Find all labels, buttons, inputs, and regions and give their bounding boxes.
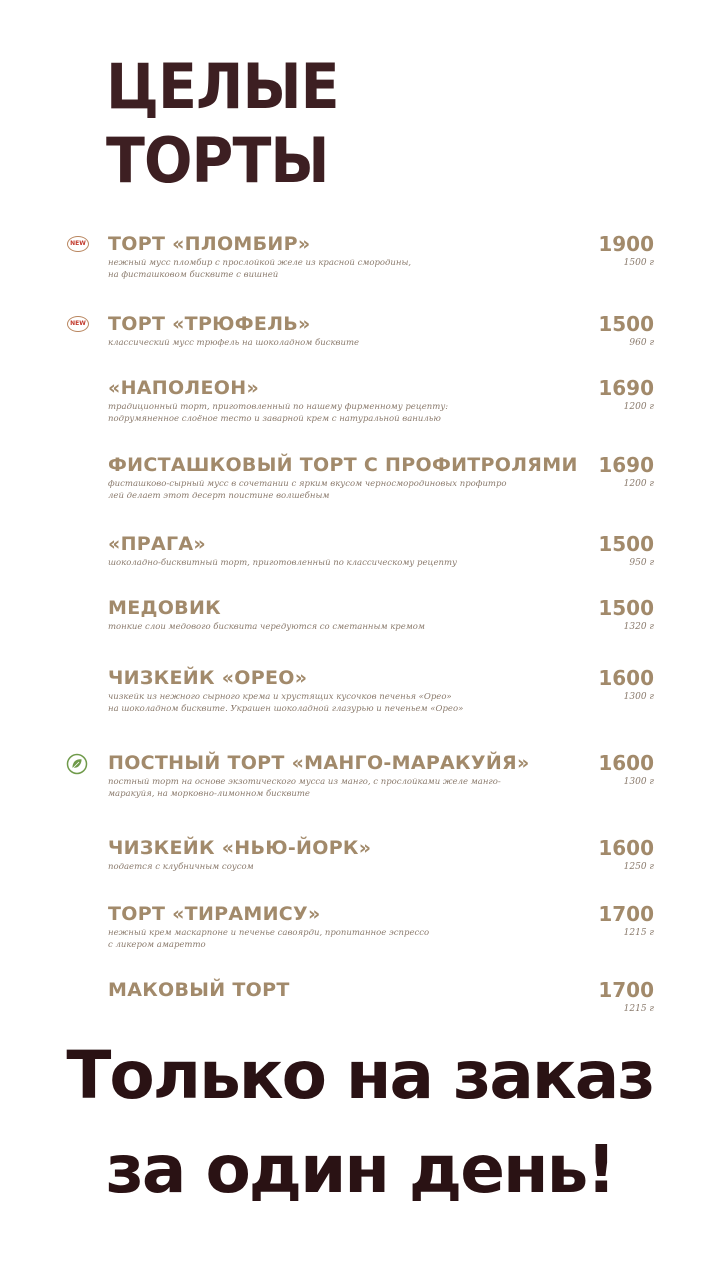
item-price: 1700 (598, 902, 654, 926)
new-icon: NEW (67, 316, 89, 332)
item-description: нежный крем маскарпоне и печенье савоярд… (108, 927, 578, 951)
item-weight: 1200 г (623, 479, 654, 489)
item-price: 1690 (598, 453, 654, 477)
item-price: 1500 (598, 532, 654, 556)
item-name: МЕДОВИК (108, 597, 221, 619)
item-description-line: традиционный торт, приготовленный по наш… (108, 402, 449, 412)
item-price: 1500 (598, 312, 654, 336)
item-name: ЧИЗКЕЙК «НЬЮ-ЙОРК» (108, 837, 372, 859)
new-icon: NEW (67, 236, 89, 252)
item-description-line: классический мусс трюфель на шоколадном … (108, 338, 360, 348)
item-weight: 1500 г (623, 258, 654, 268)
item-description: фисташково-сырный мусс в сочетании с ярк… (108, 478, 578, 502)
item-description: чизкейк из нежного сырного крема и хруст… (108, 691, 578, 715)
item-price: 1500 (598, 596, 654, 620)
item-name: ТОРТ «ТРЮФЕЛЬ» (108, 313, 311, 335)
item-description-line: подрумяненное слоёное тесто и заварной к… (108, 414, 441, 424)
item-price: 1600 (598, 836, 654, 860)
item-name: ФИСТАШКОВЫЙ ТОРТ С ПРОФИТРОЛЯМИ (108, 454, 578, 476)
item-description: подается с клубничным соусом (108, 861, 578, 873)
item-description-line: чизкейк из нежного сырного крема и хруст… (108, 692, 452, 702)
page-title: ЦЕЛЫЕ ТОРТЫ (106, 50, 340, 198)
item-description-line: фисташково-сырный мусс в сочетании с ярк… (108, 479, 507, 489)
item-description-line: постный торт на основе экзотического мус… (108, 777, 501, 787)
item-price: 1900 (598, 232, 654, 256)
item-name: «НАПОЛЕОН» (108, 377, 260, 399)
item-weight: 1215 г (623, 1004, 654, 1014)
item-description: нежный мусс пломбир с прослойкой желе из… (108, 257, 578, 281)
new-badge-label: NEW (70, 240, 86, 247)
item-description: постный торт на основе экзотического мус… (108, 776, 578, 800)
item-name: ЧИЗКЕЙК «ОРЕО» (108, 667, 308, 689)
title-line-2: ТОРТЫ (106, 124, 330, 197)
item-weight: 1300 г (623, 692, 654, 702)
item-description-line: на шоколадном бисквите. Украшен шоколадн… (108, 704, 464, 714)
item-description: классический мусс трюфель на шоколадном … (108, 337, 578, 349)
item-name: ТОРТ «ТИРАМИСУ» (108, 903, 321, 925)
item-description-line: нежный крем маскарпоне и печенье савоярд… (108, 928, 430, 938)
item-weight: 1250 г (623, 862, 654, 872)
item-description-line: на фисташковом бисквите с вишней (108, 270, 279, 280)
item-description-line: нежный мусс пломбир с прослойкой желе из… (108, 258, 412, 268)
item-description-line: с ликером амаретто (108, 940, 206, 950)
footer-line-1: Только на заказ (66, 1037, 655, 1114)
leaf-icon (66, 753, 88, 775)
item-description: тонкие слои медового бисквита чередуются… (108, 621, 578, 633)
item-description: традиционный торт, приготовленный по наш… (108, 401, 578, 425)
menu-page: ЦЕЛЫЕ ТОРТЫ NEW ТОРТ «ПЛОМБИР» 1900 1500 г н… (0, 0, 720, 1280)
item-name: МАКОВЫЙ ТОРТ (108, 979, 290, 1001)
item-weight: 950 г (629, 558, 654, 568)
item-description: шоколадно-бисквитный торт, приготовленны… (108, 557, 578, 569)
item-weight: 1200 г (623, 402, 654, 412)
item-weight: 1215 г (623, 928, 654, 938)
item-description-line: маракуйя, на морковно-лимонном бисквите (108, 789, 310, 799)
item-description-line: шоколадно-бисквитный торт, приготовленны… (108, 558, 457, 568)
item-description-line: лей делает этот десерт поистине волшебны… (108, 491, 330, 501)
item-name: ТОРТ «ПЛОМБИР» (108, 233, 311, 255)
item-price: 1600 (598, 751, 654, 775)
new-badge-label: NEW (70, 320, 86, 327)
item-weight: 1300 г (623, 777, 654, 787)
item-description-line: тонкие слои медового бисквита чередуются… (108, 622, 425, 632)
item-price: 1690 (598, 376, 654, 400)
footer-line-2: за один день! (105, 1131, 617, 1208)
title-line-1: ЦЕЛЫЕ (106, 50, 340, 123)
item-name: «ПРАГА» (108, 533, 206, 555)
item-name: ПОСТНЫЙ ТОРТ «МАНГО-МАРАКУЙЯ» (108, 752, 530, 774)
item-description-line: подается с клубничным соусом (108, 862, 254, 872)
item-price: 1700 (598, 978, 654, 1002)
item-weight: 960 г (629, 338, 654, 348)
item-price: 1600 (598, 666, 654, 690)
item-weight: 1320 г (623, 622, 654, 632)
